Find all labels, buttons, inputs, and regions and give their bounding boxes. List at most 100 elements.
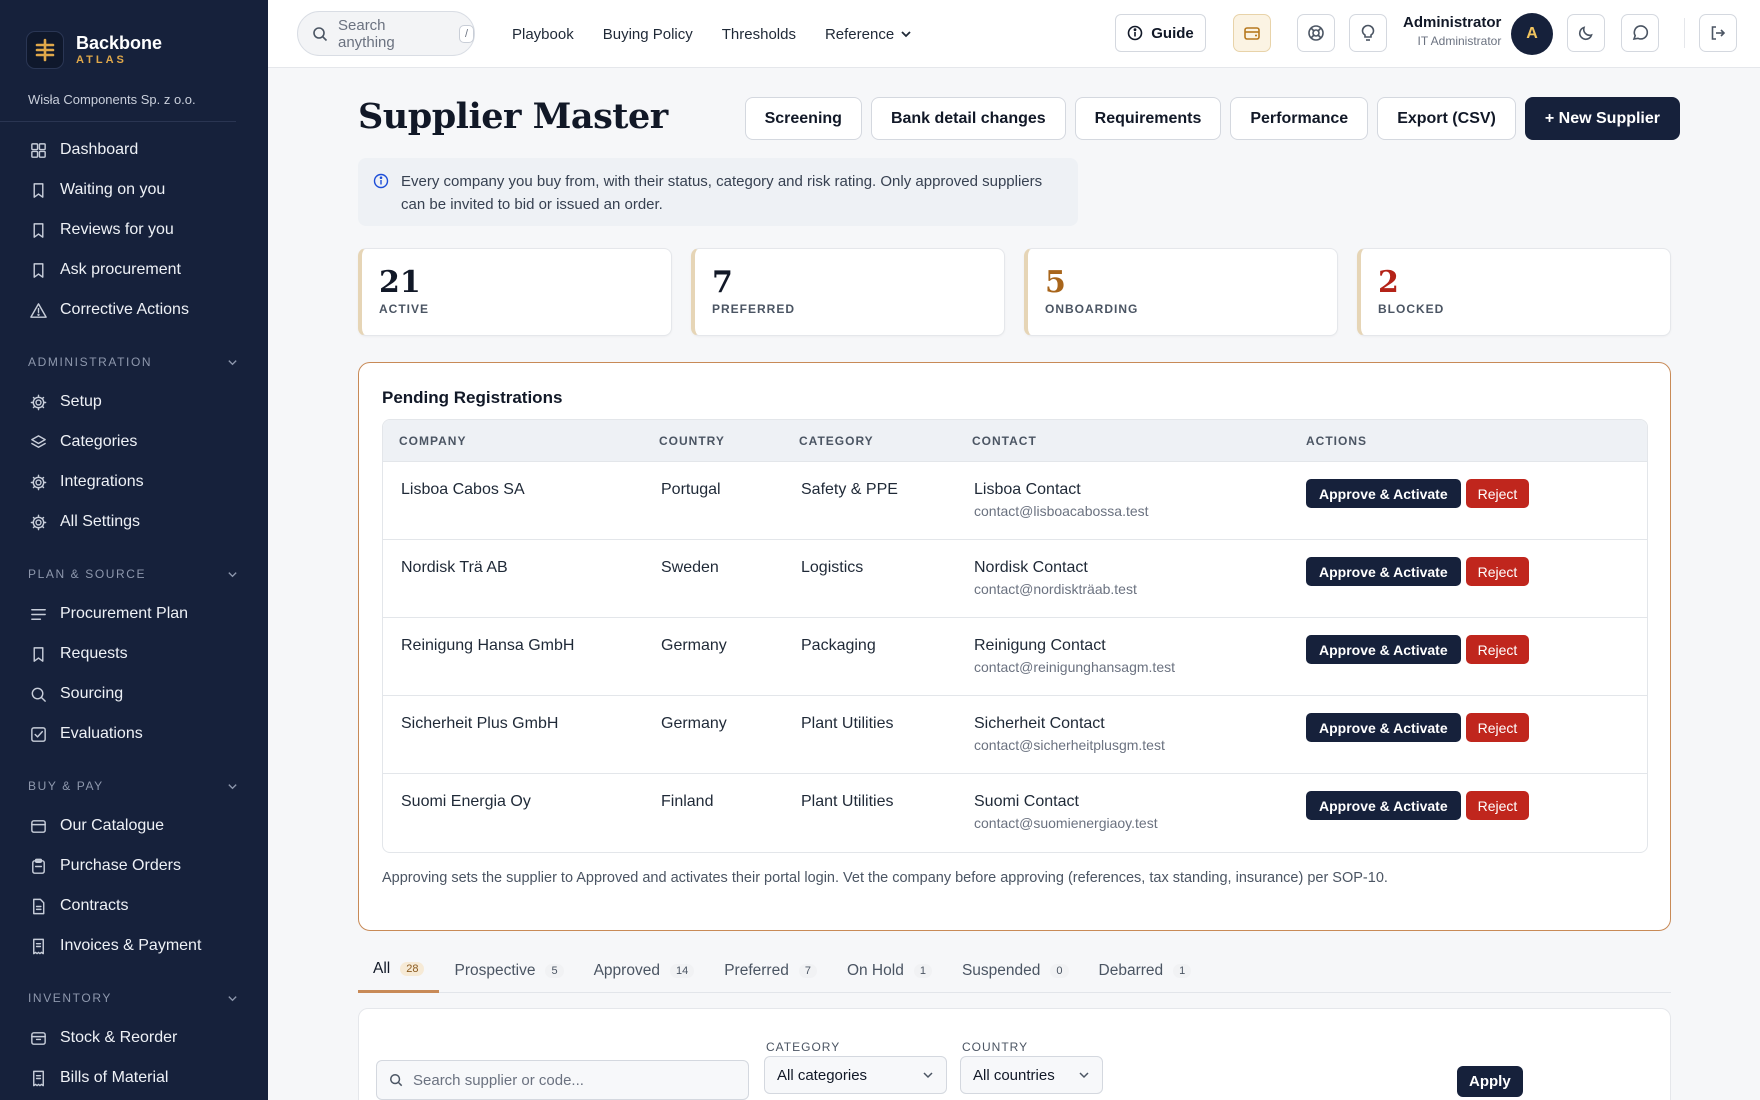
sidebar-item-label: All Settings xyxy=(60,513,141,530)
sidebar-item-invoices-and-payment[interactable]: Invoices & Payment xyxy=(0,926,268,966)
sidebar-item-bills-of-material[interactable]: Bills of Material xyxy=(0,1058,268,1098)
category-cell: Plant Utilities xyxy=(801,793,894,810)
country-cell: Sweden xyxy=(661,559,719,576)
top-nav-playbook[interactable]: Playbook xyxy=(512,26,574,43)
reject-button[interactable]: Reject xyxy=(1465,635,1530,664)
performance-button[interactable]: Performance xyxy=(1230,97,1369,140)
brand[interactable]: Backbone ATLAS xyxy=(0,0,268,76)
feedback-button[interactable] xyxy=(1621,14,1659,52)
table-row: Lisboa Cabos SA Portugal Safety & PPE Lisbo… xyxy=(383,462,1647,540)
tab-count-badge: 1 xyxy=(913,963,932,978)
avatar[interactable]: A xyxy=(1511,13,1553,55)
logo-icon xyxy=(26,31,64,69)
organization-name: Wisła Components Sp. z o.o. xyxy=(0,76,236,122)
tab-suspended[interactable]: Suspended 0 xyxy=(947,948,1084,993)
approve-activate-button[interactable]: Approve & Activate xyxy=(1306,713,1461,742)
approve-activate-button[interactable]: Approve & Activate xyxy=(1306,479,1461,508)
sidebar-item-all-settings[interactable]: All Settings xyxy=(0,502,268,542)
dashboard-icon xyxy=(28,140,48,160)
apply-button[interactable]: Apply xyxy=(1457,1066,1523,1097)
wallet-button[interactable] xyxy=(1233,14,1271,52)
header-country: COUNTRY xyxy=(659,433,725,448)
reject-button[interactable]: Reject xyxy=(1465,791,1530,820)
document-icon xyxy=(28,896,48,916)
pending-registrations-panel: Pending Registrations COMPANY COUNTRY CA… xyxy=(358,362,1671,931)
country-select[interactable]: All countries xyxy=(960,1056,1103,1094)
top-nav-buying-policy[interactable]: Buying Policy xyxy=(603,26,693,43)
tab-prospective[interactable]: Prospective 5 xyxy=(439,948,578,993)
user-info[interactable]: Administrator IT Administrator xyxy=(1403,14,1501,50)
sidebar-section-buy-and-pay[interactable]: BUY & PAY xyxy=(0,766,268,806)
stat-card-onboarding[interactable]: 5 ONBOARDING xyxy=(1024,248,1338,336)
tab-label: All xyxy=(373,960,391,977)
sidebar-item-evaluations[interactable]: Evaluations xyxy=(0,714,268,754)
support-button[interactable] xyxy=(1297,14,1335,52)
contact-email: contact@suomienergiaoy.test xyxy=(974,815,1158,831)
sidebar-item-ask-procurement[interactable]: Ask procurement xyxy=(0,250,268,290)
approve-activate-button[interactable]: Approve & Activate xyxy=(1306,635,1461,664)
category-select[interactable]: All categories xyxy=(764,1056,947,1094)
requirements-button[interactable]: Requirements xyxy=(1074,97,1222,140)
sidebar-item-waiting-on-you[interactable]: Waiting on you xyxy=(0,170,268,210)
wallet-icon xyxy=(1243,24,1261,42)
tab-debarred[interactable]: Debarred 1 xyxy=(1084,948,1207,993)
chevron-down-icon xyxy=(922,1069,934,1081)
catalogue-icon xyxy=(28,816,48,836)
global-search-input[interactable]: Search anything / xyxy=(297,11,475,56)
page-title: Supplier Master xyxy=(358,96,668,137)
contact-email: contact@sicherheitplusgm.test xyxy=(974,737,1165,753)
sidebar-item-purchase-orders[interactable]: Purchase Orders xyxy=(0,846,268,886)
sidebar-item-sourcing[interactable]: Sourcing xyxy=(0,674,268,714)
stat-cards: 21 ACTIVE 7 PREFERRED 5 ONBOARDING 2 BLOCKED xyxy=(358,248,1671,336)
export-csv-button[interactable]: Export (CSV) xyxy=(1377,97,1516,140)
user-role: IT Administrator xyxy=(1417,34,1502,48)
country-cell: Finland xyxy=(661,793,714,810)
pending-title: Pending Registrations xyxy=(382,388,563,407)
stat-card-active[interactable]: 21 ACTIVE xyxy=(358,248,672,336)
tab-all[interactable]: All 28 xyxy=(358,948,440,993)
sidebar-item-label: Stock & Reorder xyxy=(60,1029,178,1046)
tab-on-hold[interactable]: On Hold 1 xyxy=(832,948,947,993)
sidebar-item-integrations[interactable]: Integrations xyxy=(0,462,268,502)
sidebar-item-stock-and-reorder[interactable]: Stock & Reorder xyxy=(0,1018,268,1058)
lifebuoy-icon xyxy=(1307,24,1325,42)
sidebar-item-dashboard[interactable]: Dashboard xyxy=(0,130,268,170)
stat-card-preferred[interactable]: 7 PREFERRED xyxy=(691,248,1005,336)
sidebar-section-plan-and-source[interactable]: PLAN & SOURCE xyxy=(0,554,268,594)
tab-approved[interactable]: Approved 14 xyxy=(579,948,710,993)
sidebar-item-label: Purchase Orders xyxy=(60,857,181,874)
top-nav-reference-dropdown[interactable]: Reference xyxy=(825,26,912,43)
chevron-down-icon xyxy=(227,993,238,1004)
contact-cell: Lisboa Contact contact@lisboacabossa.test xyxy=(972,462,1306,539)
info-text: Every company you buy from, with their s… xyxy=(401,173,1043,213)
bank-detail-changes-button[interactable]: Bank detail changes xyxy=(870,97,1066,140)
sidebar-item-corrective-actions[interactable]: Corrective Actions xyxy=(0,290,268,330)
sidebar-item-label: Corrective Actions xyxy=(60,301,189,318)
sidebar-item-reviews-for-you[interactable]: Reviews for you xyxy=(0,210,268,250)
search-icon xyxy=(312,26,328,42)
sidebar-item-categories[interactable]: Categories xyxy=(0,422,268,462)
theme-toggle-button[interactable] xyxy=(1567,14,1605,52)
supplier-search-input[interactable]: Search supplier or code... xyxy=(376,1060,749,1100)
tab-preferred[interactable]: Preferred 7 xyxy=(709,948,832,993)
approve-activate-button[interactable]: Approve & Activate xyxy=(1306,791,1461,820)
sidebar-item-our-catalogue[interactable]: Our Catalogue xyxy=(0,806,268,846)
stat-card-blocked[interactable]: 2 BLOCKED xyxy=(1357,248,1671,336)
reject-button[interactable]: Reject xyxy=(1465,479,1530,508)
top-nav-thresholds[interactable]: Thresholds xyxy=(722,26,796,43)
sidebar-item-contracts[interactable]: Contracts xyxy=(0,886,268,926)
ideas-button[interactable] xyxy=(1349,14,1387,52)
reject-button[interactable]: Reject xyxy=(1465,557,1530,586)
sidebar-item-setup[interactable]: Setup xyxy=(0,382,268,422)
logout-button[interactable] xyxy=(1699,14,1737,52)
guide-button[interactable]: Guide xyxy=(1115,14,1206,52)
approve-activate-button[interactable]: Approve & Activate xyxy=(1306,557,1461,586)
contact-name: Reinigung Contact xyxy=(974,637,1106,654)
sidebar-section-administration[interactable]: ADMINISTRATION xyxy=(0,342,268,382)
reject-button[interactable]: Reject xyxy=(1465,713,1530,742)
screening-button[interactable]: Screening xyxy=(744,97,862,140)
sidebar-item-requests[interactable]: Requests xyxy=(0,634,268,674)
sidebar-item-procurement-plan[interactable]: Procurement Plan xyxy=(0,594,268,634)
sidebar-section-inventory[interactable]: INVENTORY xyxy=(0,978,268,1018)
new-supplier-button[interactable]: + New Supplier xyxy=(1524,97,1680,140)
